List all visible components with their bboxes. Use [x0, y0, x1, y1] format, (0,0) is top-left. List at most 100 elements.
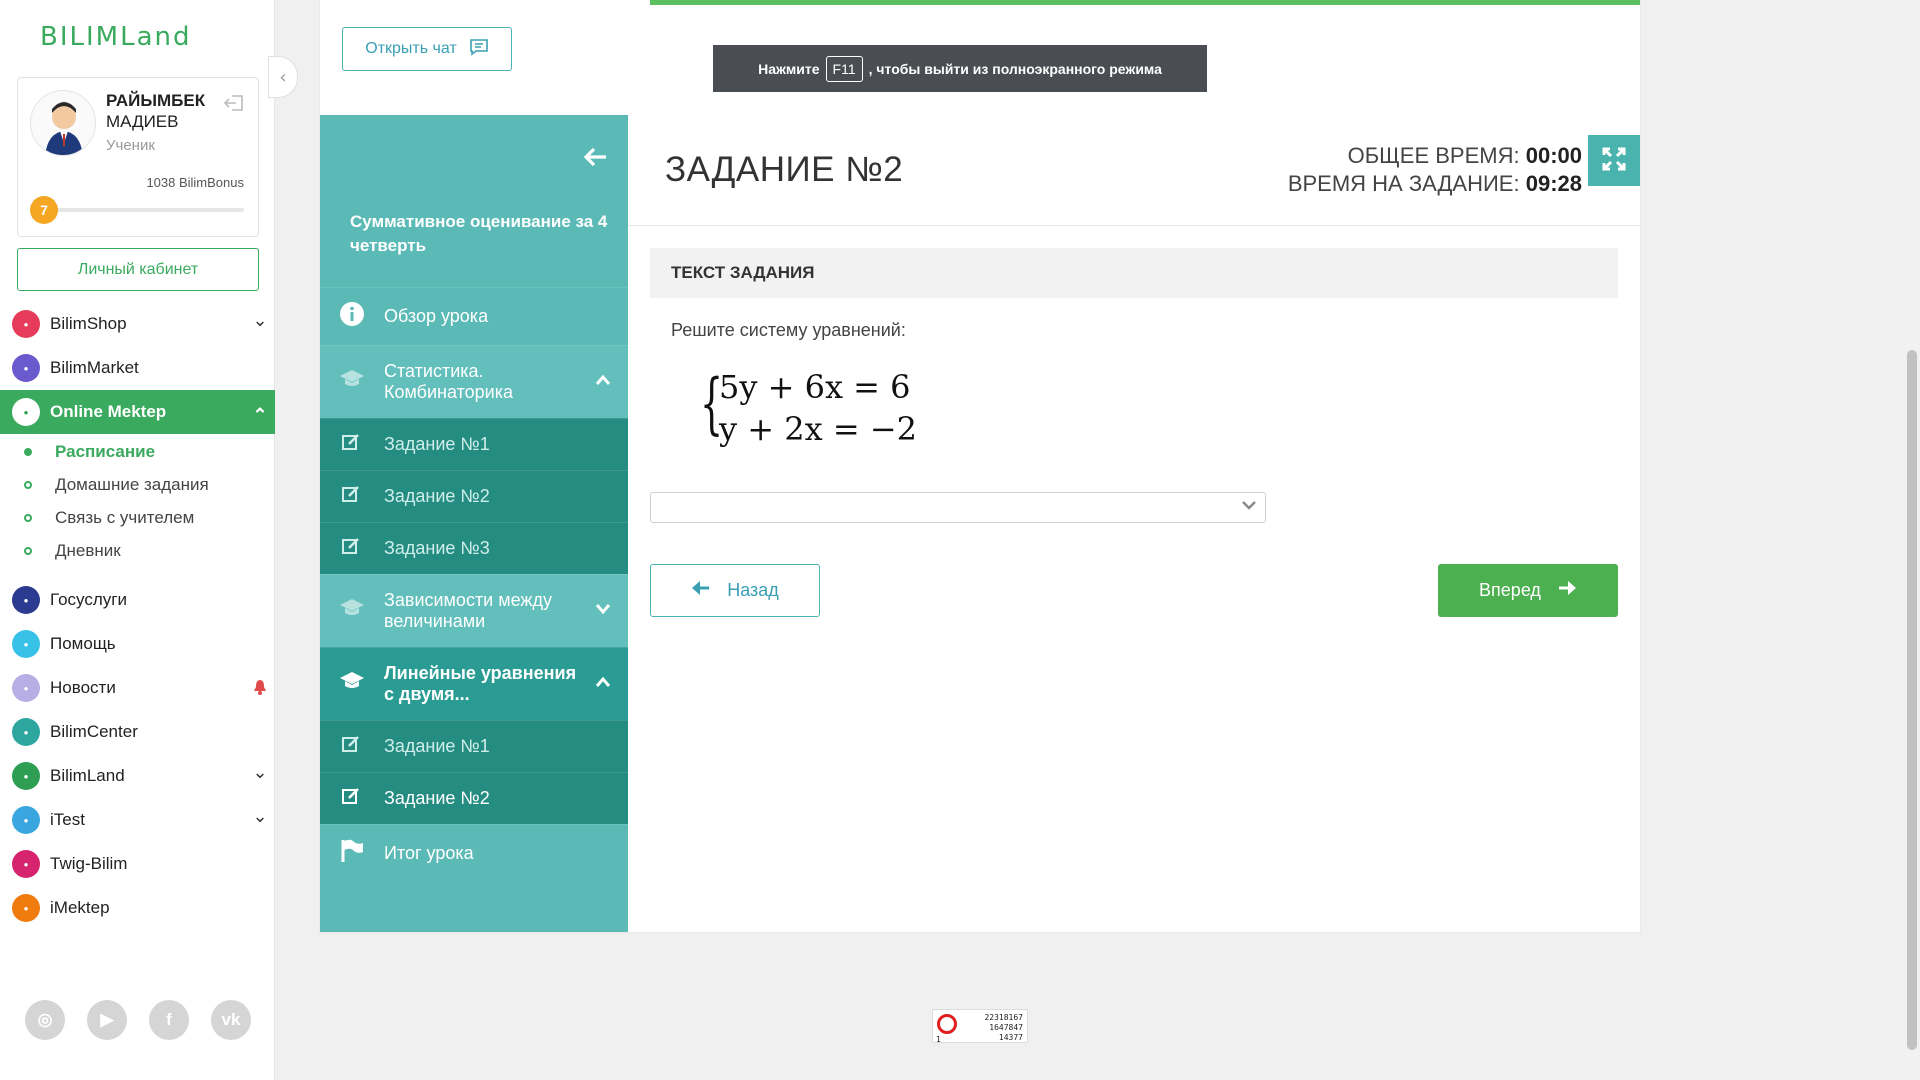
- bilimland-logo[interactable]: BILIMLand: [40, 22, 192, 52]
- edit-icon: [320, 735, 384, 758]
- back-button[interactable]: Назад: [650, 564, 820, 617]
- sidebar-collapse-button[interactable]: ‹: [268, 56, 298, 98]
- lesson-task-label: Задание №3: [384, 538, 490, 558]
- notification-bell-icon: [245, 679, 275, 698]
- bullet-icon: [24, 546, 32, 555]
- fullscreen-toggle-button[interactable]: [1588, 135, 1640, 186]
- sidebar-item-twig-bilim[interactable]: ● Twig-Bilim: [0, 842, 275, 886]
- graduation-cap-icon: [320, 369, 384, 395]
- sidebar-item-bilimshop[interactable]: ● BilimShop ⌄: [0, 302, 275, 346]
- sidebar-item-bilimcenter[interactable]: ● BilimCenter: [0, 710, 275, 754]
- arrow-right-icon: [1557, 580, 1577, 601]
- sidebar-item-label: BilimShop: [50, 314, 127, 333]
- chevron-up-icon: [578, 373, 628, 391]
- bonus-balance: 1038 BilimBonus: [146, 175, 244, 190]
- next-button[interactable]: Вперед: [1438, 564, 1618, 617]
- sidebar-item-news[interactable]: ● Новости: [0, 666, 275, 710]
- sidebar-item-gosuslugi[interactable]: ● Госуслуги: [0, 578, 275, 622]
- total-time-label: ОБЩЕЕ ВРЕМЯ:: [1347, 143, 1520, 168]
- divider: [628, 225, 1640, 226]
- news-icon: ●: [12, 674, 40, 702]
- lesson-summary-label: Итог урока: [384, 843, 474, 863]
- lesson-overview[interactable]: Обзор урока: [320, 287, 628, 345]
- user-last-name: МАДИЕВ: [106, 112, 179, 131]
- youtube-icon[interactable]: ▶: [87, 1000, 127, 1040]
- lesson-task[interactable]: Задание №2: [320, 772, 628, 824]
- sidebar-subitem-label: Дневник: [55, 540, 121, 560]
- sidebar-item-label: iTest: [50, 810, 85, 829]
- avatar[interactable]: [30, 90, 96, 156]
- online-mektep-icon: ●: [12, 398, 40, 426]
- user-role: Ученик: [106, 137, 155, 154]
- sidebar-item-label: BilimCenter: [50, 722, 138, 741]
- sidebar-subitem[interactable]: Дневник: [0, 534, 275, 567]
- next-button-label: Вперед: [1479, 580, 1541, 600]
- chevron-up-icon: ⌃: [252, 404, 268, 425]
- facebook-icon[interactable]: f: [149, 1000, 189, 1040]
- lesson-summary[interactable]: Итог урока: [320, 824, 628, 882]
- visitor-counter[interactable]: 22318167 1647847 14377 1: [932, 1009, 1028, 1044]
- lesson-task[interactable]: Задание №3: [320, 522, 628, 574]
- bullet-icon: [24, 513, 32, 522]
- logout-icon[interactable]: [223, 94, 246, 112]
- equation-line-1: 5y + 6x = 6: [719, 368, 911, 406]
- task-time-label: ВРЕМЯ НА ЗАДАНИЕ:: [1287, 171, 1520, 196]
- sidebar-item-bilimland[interactable]: ● BilimLand ⌄: [0, 754, 275, 798]
- level-progress-track: [48, 208, 244, 212]
- bullet-icon: [24, 447, 32, 456]
- page-scrollbar[interactable]: [1904, 0, 1920, 1080]
- sidebar-item-help[interactable]: ● Помощь: [0, 622, 275, 666]
- lesson-section-linear-equations[interactable]: Линейные уравнения с двумя...: [320, 647, 628, 720]
- sidebar-item-label: Госуслуги: [50, 590, 127, 609]
- personal-cabinet-button[interactable]: Личный кабинет: [17, 248, 259, 291]
- lesson-task-label: Задание №2: [384, 788, 490, 808]
- lesson-section-dependencies[interactable]: Зависимости между величинами: [320, 574, 628, 647]
- lesson-section-linear-equations-label: Линейные уравнения с двумя...: [384, 663, 577, 704]
- lesson-task[interactable]: Задание №2: [320, 470, 628, 522]
- sidebar-item-online-mektep[interactable]: ● Online Mektep ⌃: [0, 390, 275, 434]
- bilimshop-icon: ●: [12, 310, 40, 338]
- answer-select[interactable]: [650, 492, 1266, 523]
- sidebar-subitem[interactable]: Домашние задания: [0, 468, 275, 501]
- edit-icon: [320, 787, 384, 810]
- bilimland-icon: ●: [12, 762, 40, 790]
- itest-icon: ●: [12, 806, 40, 834]
- lesson-task[interactable]: Задание №1: [320, 418, 628, 470]
- graduation-cap-icon: [320, 671, 384, 697]
- scrollbar-thumb[interactable]: [1907, 350, 1917, 1050]
- lesson-section-dependencies-label: Зависимости между величинами: [384, 590, 552, 631]
- open-chat-button[interactable]: Открыть чат: [342, 27, 512, 71]
- chevron-up-icon: [578, 675, 628, 693]
- page: BILIMLand РАЙЫМБЕК МАДИЕВ Ученик 1038 Bi…: [0, 0, 1920, 1080]
- chevron-down-icon: ⌄: [252, 309, 268, 330]
- expand-icon: [1601, 146, 1627, 176]
- sidebar-item-bilimmarket[interactable]: ● BilimMarket: [0, 346, 275, 390]
- sidebar: BILIMLand РАЙЫМБЕК МАДИЕВ Ученик 1038 Bi…: [0, 0, 275, 1080]
- counter-line-4: 1: [936, 1035, 941, 1044]
- back-arrow-icon[interactable]: [582, 145, 608, 175]
- vk-icon[interactable]: vk: [211, 1000, 251, 1040]
- equation-line-2: y + 2x = −2: [719, 410, 917, 448]
- profile-card: РАЙЫМБЕК МАДИЕВ Ученик 1038 BilimBonus 7: [17, 77, 259, 237]
- imektep-icon: ●: [12, 894, 40, 922]
- back-button-label: Назад: [727, 580, 779, 600]
- sidebar-subitem-label: Расписание: [55, 441, 156, 461]
- sidebar-item-imektep[interactable]: ● iMektep: [0, 886, 275, 930]
- edit-icon: [320, 433, 384, 456]
- sidebar-item-label: Twig-Bilim: [50, 854, 128, 873]
- chat-icon: [469, 38, 489, 61]
- sidebar-subitem[interactable]: Расписание: [0, 435, 275, 468]
- sidebar-item-label: Новости: [50, 678, 116, 697]
- sidebar-item-label: BilimLand: [50, 766, 125, 785]
- lesson-task[interactable]: Задание №1: [320, 720, 628, 772]
- task-prompt: Решите систему уравнений:: [671, 320, 906, 340]
- sidebar-subitem[interactable]: Связь с учителем: [0, 501, 275, 534]
- instagram-icon[interactable]: ◎: [25, 1000, 65, 1040]
- lesson-title: Суммативное оценивание за 4 четверть: [350, 212, 608, 255]
- chevron-down-icon: [1241, 497, 1257, 513]
- user-first-name: РАЙЫМБЕК: [106, 91, 206, 110]
- total-time: ОБЩЕЕ ВРЕМЯ: 00:00: [1348, 143, 1582, 169]
- lesson-section-statistics[interactable]: Статистика. Комбинаторика: [320, 345, 628, 418]
- sidebar-item-itest[interactable]: ● iTest ⌄: [0, 798, 275, 842]
- sidebar-subitem-label: Домашние задания: [55, 474, 209, 494]
